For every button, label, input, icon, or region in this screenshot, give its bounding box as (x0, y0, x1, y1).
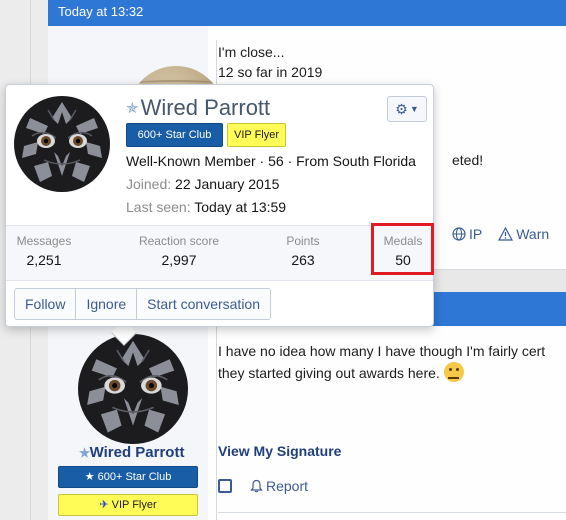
caret-down-icon: ▼ (409, 104, 419, 114)
bell-icon (250, 479, 263, 493)
post-2: ✯Wired Parrott ★ 600+ Star Club ✈ VIP Fl… (48, 326, 566, 520)
stat-label: Reaction score (138, 234, 220, 248)
select-post-checkbox[interactable] (218, 479, 232, 493)
post-actions: IP Warn (452, 226, 549, 242)
star-icon: ★ (84, 471, 95, 483)
post-2-actions: Report (218, 478, 308, 494)
stat-value: 2,997 (161, 252, 197, 268)
badge-vip-flyer: VIP Flyer (227, 123, 286, 147)
message-line: I have no idea how many I have though I'… (218, 343, 546, 359)
globe-icon (452, 227, 466, 241)
message-line: they started giving out awards here. (218, 362, 545, 384)
ignore-button[interactable]: Ignore (76, 289, 138, 319)
warn-link[interactable]: Warn (498, 226, 549, 242)
tooltip-actions: Follow Ignore Start conversation (14, 288, 272, 320)
stat-messages[interactable]: Messages 2,251 (14, 234, 74, 268)
username-text: Wired Parrott (89, 444, 185, 461)
view-signature-link[interactable]: View My Signature (218, 443, 341, 459)
plane-icon: ✈ (99, 499, 109, 511)
last-seen-row: Last seen: Today at 13:59 (126, 199, 286, 215)
stat-points[interactable]: Points 263 (278, 234, 328, 268)
joined-row: Joined: 22 January 2015 (126, 176, 279, 192)
joined-value: 22 January 2015 (175, 176, 280, 192)
report-label: Report (266, 478, 309, 494)
tooltip-settings-button[interactable]: ⚙ ▼ (387, 96, 427, 122)
stat-value: 2,251 (26, 252, 62, 268)
start-conversation-button[interactable]: Start conversation (137, 289, 271, 319)
tooltip-username[interactable]: ✯ Wired Parrott (126, 95, 270, 121)
stat-reaction-score[interactable]: Reaction score 2,997 (132, 234, 226, 268)
joined-label: Joined: (126, 176, 172, 192)
post-message: I have no idea how many I have though I'… (218, 340, 545, 384)
thinking-emoji-icon (443, 362, 464, 382)
message-text: they started giving out awards here. (218, 365, 440, 381)
warn-label: Warn (516, 226, 550, 242)
avatar-wired-parrott[interactable] (78, 334, 188, 444)
badge-600-star-club: 600+ Star Club (126, 123, 223, 147)
post-divider (216, 326, 217, 520)
post-2-username[interactable]: ✯Wired Parrott (72, 444, 192, 461)
stat-label: Messages (16, 234, 72, 248)
post-header: Today at 13:32 (48, 0, 566, 26)
message-line: 12 so far in 2019 (218, 64, 323, 80)
badge-label: 600+ Star Club (97, 471, 172, 483)
ip-link[interactable]: IP (452, 226, 482, 242)
tooltip-avatar[interactable] (14, 96, 110, 192)
ip-label: IP (469, 226, 483, 242)
medals-highlight-box (371, 223, 434, 275)
member-tooltip: ✯ Wired Parrott ⚙ ▼ 600+ Star Club VIP Fly… (5, 84, 434, 327)
badge-vip-flyer: ✈ VIP Flyer (58, 494, 198, 516)
badge-600-star-club: ★ 600+ Star Club (58, 466, 198, 488)
report-link[interactable]: Report (250, 478, 308, 494)
badge-label: VIP Flyer (111, 499, 157, 511)
username-text: Wired Parrott (140, 95, 271, 120)
star-icon: ✯ (79, 446, 90, 460)
star-icon: ✯ (126, 100, 139, 117)
stat-label: Points (286, 234, 320, 248)
warning-icon (498, 227, 514, 241)
last-seen-value: Today at 13:59 (194, 199, 287, 215)
last-seen-label: Last seen: (126, 199, 191, 215)
post-timestamp[interactable]: Today at 13:32 (58, 4, 143, 19)
member-role-line: Well-Known Member · 56 · From South Flor… (126, 153, 416, 169)
stat-value: 263 (291, 252, 315, 268)
post-message: I'm close... 12 so far in 2019 (218, 42, 322, 82)
post-message-continued: eted! (452, 152, 484, 168)
member-stats: Messages 2,251 Reaction score 2,997 Poin… (6, 223, 434, 281)
follow-button[interactable]: Follow (15, 289, 77, 319)
post-divider (218, 512, 566, 513)
message-line: I'm close... (218, 44, 285, 60)
gear-icon: ⚙ (395, 100, 408, 117)
